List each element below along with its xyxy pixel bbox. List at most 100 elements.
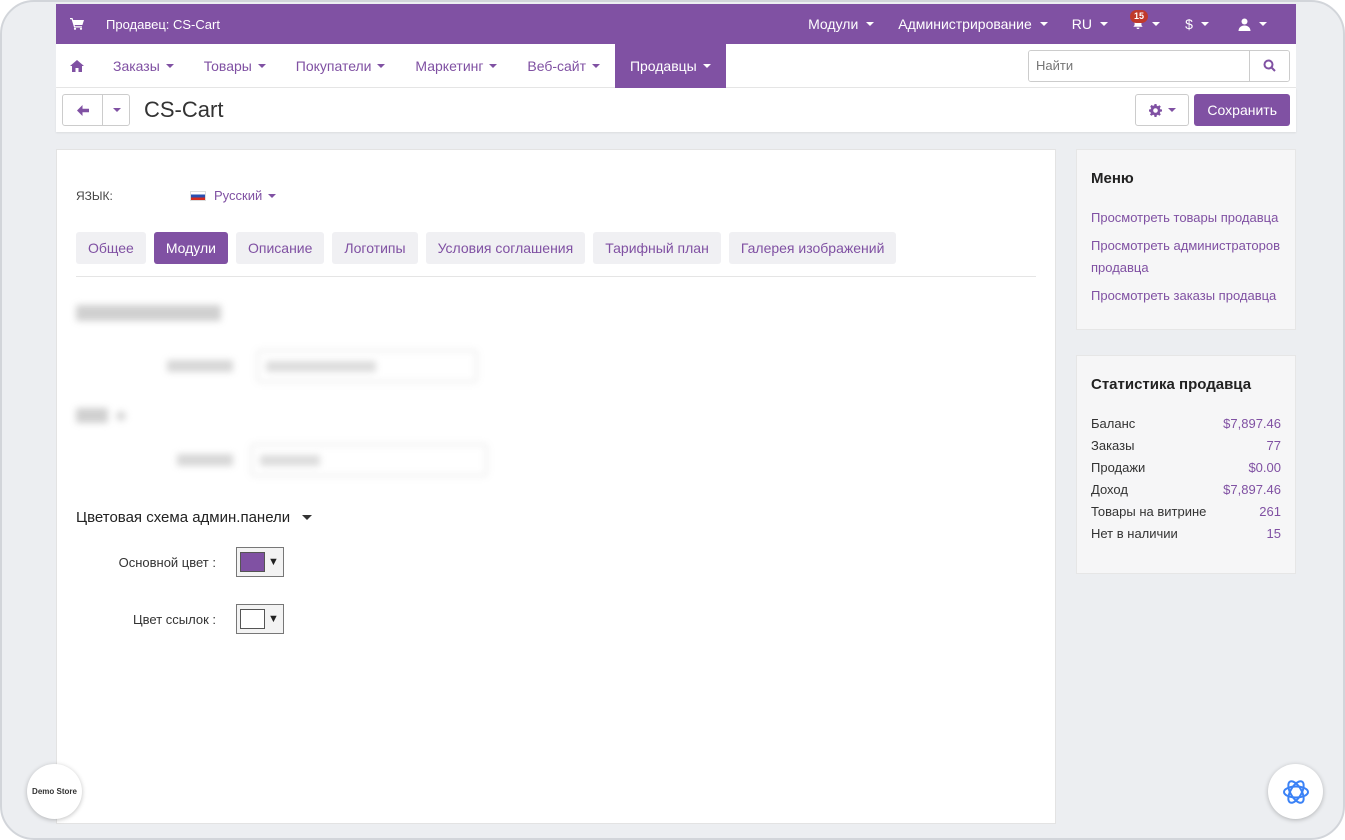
link-view-vendor-orders[interactable]: Просмотреть заказы продавца	[1091, 285, 1281, 307]
color-scheme-section-toggle[interactable]: Цветовая схема админ.панели	[76, 509, 313, 526]
stat-label: Заказы	[1091, 438, 1135, 453]
stat-value[interactable]: $0.00	[1248, 457, 1281, 479]
chevron-down-icon	[1152, 22, 1160, 26]
tabs-divider	[76, 276, 1036, 277]
chevron-down-icon	[591, 63, 600, 68]
stat-label: Баланс	[1091, 416, 1136, 431]
tab-gallery[interactable]: Галерея изображений	[728, 232, 897, 264]
tab-description[interactable]: Описание	[236, 232, 325, 264]
tab-terms[interactable]: Условия соглашения	[425, 232, 586, 264]
nav-vendors[interactable]: Продавцы	[614, 43, 726, 88]
blurred-label	[167, 360, 233, 372]
settings-button[interactable]	[1135, 94, 1190, 126]
sidebar-vendor-stats: Статистика продавца Баланс $7,897.46 Зака…	[1076, 355, 1296, 574]
stat-value[interactable]: $7,897.46	[1223, 479, 1281, 501]
app-frame: Продавец: CS-Cart Модули Администрирован…	[0, 0, 1345, 840]
menu-language[interactable]: RU	[1060, 4, 1120, 44]
nav-orders[interactable]: Заказы	[98, 44, 189, 88]
primary-color-field: Основной цвет : ▼	[76, 547, 284, 577]
main-nav: Заказы Товары Покупатели Маркетинг Веб-с…	[56, 43, 1296, 88]
vendor-label[interactable]: Продавец: CS-Cart	[106, 17, 220, 32]
blurred-heading-block	[76, 408, 108, 423]
blurred-select-value	[266, 360, 376, 372]
triangle-down-icon: ▼	[268, 613, 279, 625]
menu-language-label: RU	[1071, 16, 1092, 32]
search-button[interactable]	[1249, 50, 1289, 81]
language-label: Язык:	[76, 188, 113, 203]
stat-label: Товары на витрине	[1091, 504, 1207, 519]
user-icon	[1238, 18, 1250, 31]
link-view-vendor-admins[interactable]: Просмотреть администраторов продавца	[1091, 235, 1281, 279]
chevron-down-icon	[1039, 22, 1048, 26]
chevron-down-icon	[267, 193, 276, 198]
stat-value[interactable]: 15	[1267, 523, 1281, 545]
stat-value[interactable]: $7,897.46	[1223, 413, 1281, 435]
nav-website[interactable]: Веб-сайт	[512, 44, 615, 88]
tab-plan[interactable]: Тарифный план	[593, 232, 721, 264]
nav-customers-label: Покупатели	[295, 57, 372, 74]
assistant-icon[interactable]	[1268, 764, 1323, 819]
nav-customers[interactable]: Покупатели	[281, 44, 401, 88]
stat-label: Доход	[1091, 482, 1128, 497]
save-button[interactable]: Сохранить	[1194, 94, 1290, 126]
notification-count-badge: 15	[1130, 10, 1149, 23]
nav-marketing[interactable]: Маркетинг	[400, 44, 512, 88]
language-select[interactable]: Русский	[190, 188, 276, 203]
menu-modules[interactable]: Модули	[796, 4, 886, 44]
tab-general[interactable]: Общее	[76, 232, 146, 264]
blurred-label-2	[177, 454, 233, 466]
language-value: Русский	[214, 188, 263, 203]
stat-value[interactable]: 261	[1259, 501, 1281, 523]
search-input[interactable]	[1029, 50, 1249, 81]
nav-marketing-label: Маркетинг	[415, 57, 484, 74]
primary-color-picker[interactable]: ▼	[236, 547, 284, 577]
stat-value[interactable]: 77	[1267, 435, 1281, 457]
main-panel: Язык: Русский Общее Модули Описание Лого…	[56, 149, 1056, 824]
stat-row: Товары на витрине 261	[1091, 501, 1281, 523]
tab-addons[interactable]: Модули	[153, 232, 228, 264]
blurred-select	[257, 350, 477, 382]
back-dropdown-button[interactable]	[103, 95, 129, 125]
chevron-down-icon	[489, 63, 498, 68]
chevron-down-icon	[866, 22, 875, 26]
back-button[interactable]	[63, 95, 103, 125]
menu-administration-label: Администрирование	[898, 16, 1032, 32]
user-menu[interactable]	[1222, 4, 1282, 44]
stat-row: Доход $7,897.46	[1091, 479, 1281, 501]
stat-row: Баланс $7,897.46	[1091, 413, 1281, 435]
demo-store-badge[interactable]: Demo Store	[27, 764, 82, 819]
cart-icon[interactable]	[70, 18, 84, 30]
tab-logos[interactable]: Логотипы	[332, 232, 418, 264]
blurred-dot	[116, 410, 126, 421]
nav-products[interactable]: Товары	[189, 44, 281, 88]
top-bar: Продавец: CS-Cart Модули Администрирован…	[56, 4, 1296, 44]
chevron-down-icon	[1258, 22, 1267, 26]
link-view-vendor-products[interactable]: Просмотреть товары продавца	[1091, 207, 1281, 229]
chevron-down-icon	[702, 63, 711, 68]
link-color-label: Цвет ссылок :	[133, 611, 216, 627]
link-color-picker[interactable]: ▼	[236, 604, 284, 634]
blurred-input	[251, 444, 487, 476]
nav-orders-label: Заказы	[113, 57, 160, 74]
knot-logo-icon	[1282, 779, 1309, 804]
chevron-down-icon	[1200, 22, 1209, 26]
blurred-section-heading	[76, 305, 221, 321]
menu-modules-label: Модули	[808, 16, 859, 32]
stat-row: Продажи $0.00	[1091, 457, 1281, 479]
russia-flag-icon	[190, 190, 206, 201]
menu-administration[interactable]: Администрирование	[886, 4, 1060, 44]
stat-row: Нет в наличии 15	[1091, 523, 1281, 545]
blurred-input-value	[260, 454, 320, 466]
stat-row: Заказы 77	[1091, 435, 1281, 457]
menu-currency[interactable]: $	[1172, 4, 1222, 44]
page-toolbar: CS-Cart Сохранить	[56, 88, 1296, 132]
nav-website-label: Веб-сайт	[527, 57, 587, 74]
nav-items: Заказы Товары Покупатели Маркетинг Веб-с…	[56, 43, 1028, 88]
search-box	[1028, 49, 1290, 82]
nav-home[interactable]	[56, 44, 98, 88]
notifications-button[interactable]: 15	[1120, 4, 1172, 44]
nav-vendors-label: Продавцы	[629, 57, 697, 74]
back-button-group	[62, 94, 130, 126]
page-title: CS-Cart	[144, 97, 224, 122]
tab-list: Общее Модули Описание Логотипы Условия с…	[76, 232, 897, 264]
